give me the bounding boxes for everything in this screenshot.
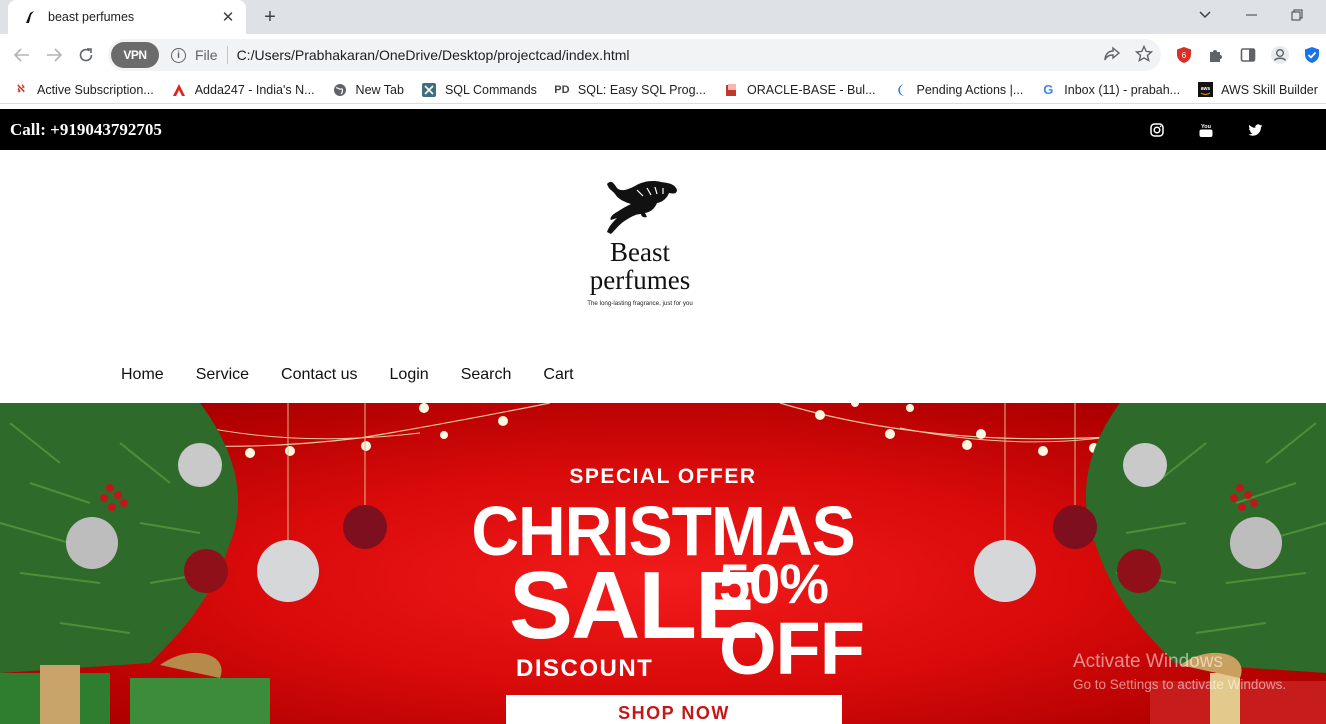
bookmark-item[interactable]: Adda247 - India's N... <box>171 82 315 98</box>
svg-text:You: You <box>1201 124 1211 130</box>
tab-favicon-icon <box>22 9 38 25</box>
share-icon[interactable] <box>1103 45 1121 68</box>
browser-tab[interactable]: beast perfumes ✕ <box>8 0 246 34</box>
security-shield-icon[interactable] <box>1302 45 1322 65</box>
address-separator <box>226 46 228 64</box>
main-nav: Home Service Contact us Login Search Car… <box>121 366 606 384</box>
discount-text: DISCOUNT <box>516 655 654 682</box>
back-icon[interactable] <box>10 43 34 67</box>
forward-icon[interactable] <box>42 43 66 67</box>
minimize-icon[interactable] <box>1228 0 1274 30</box>
active-subscription-favicon-icon: ℵ <box>17 84 25 95</box>
bookmark-label: SQL: Easy SQL Prog... <box>577 82 706 97</box>
adda247-favicon-icon <box>171 82 187 98</box>
svg-text:6: 6 <box>1182 51 1187 60</box>
extension-shield-icon[interactable]: 6 <box>1174 45 1194 65</box>
brand-logo[interactable]: Beast perfumes The long-lasting fragranc… <box>560 172 720 312</box>
contact-bar: Call: +919043792705 You <box>0 109 1326 150</box>
call-number[interactable]: Call: +919043792705 <box>10 120 162 140</box>
bookmark-label: Pending Actions |... <box>916 82 1024 97</box>
tab-close-icon[interactable]: ✕ <box>220 9 236 26</box>
bookmark-item[interactable]: G Inbox (11) - prabah... <box>1040 82 1180 98</box>
bookmark-item[interactable]: aws AWS Skill Builder <box>1197 82 1318 98</box>
profile-avatar-icon[interactable] <box>1270 45 1290 65</box>
address-bar[interactable]: VPN i File C:/Users/Prabhakaran/OneDrive… <box>108 39 1161 71</box>
bookmark-label: SQL Commands <box>444 82 537 97</box>
brand-tagline: The long-lasting fragrance, just for you <box>587 300 693 307</box>
shop-now-button[interactable]: SHOP NOW <box>506 703 842 724</box>
bookmark-item[interactable]: Pending Actions |... <box>893 82 1024 98</box>
nav-cart[interactable]: Cart <box>543 366 573 384</box>
url-text[interactable]: C:/Users/Prabhakaran/OneDrive/Desktop/pr… <box>237 47 630 63</box>
bookmark-label: ORACLE-BASE - Bul... <box>746 82 876 97</box>
activate-windows-subtitle: Go to Settings to activate Windows. <box>1073 677 1287 692</box>
bookmarks-bar: ℵ Active Subscription... Adda247 - India… <box>0 76 1326 104</box>
oracle-base-favicon-icon <box>723 82 739 98</box>
percent-text: 50% <box>719 552 829 615</box>
bookmark-label: Adda247 - India's N... <box>194 82 315 97</box>
bookmark-label: Inbox (11) - prabah... <box>1064 82 1181 97</box>
brand-name-line1: Beast <box>610 237 670 267</box>
bookmark-item[interactable]: New Tab <box>332 82 404 98</box>
nav-login[interactable]: Login <box>390 366 429 384</box>
jaguar-logo-icon <box>607 181 677 234</box>
bookmark-item[interactable]: ORACLE-BASE - Bul... <box>723 82 876 98</box>
special-offer-text: SPECIAL OFFER <box>569 465 757 488</box>
nav-home[interactable]: Home <box>121 366 164 384</box>
twitter-icon[interactable] <box>1246 121 1264 139</box>
sql-commands-favicon-icon <box>421 82 437 98</box>
bookmark-label: New Tab <box>355 82 404 97</box>
bookmark-item[interactable]: PD SQL: Easy SQL Prog... <box>554 82 706 98</box>
instagram-icon[interactable] <box>1148 121 1166 139</box>
extensions-puzzle-icon[interactable] <box>1206 45 1226 65</box>
off-text: OFF <box>719 607 865 690</box>
tab-title: beast perfumes <box>48 10 135 24</box>
google-favicon-icon: G <box>1043 82 1054 97</box>
bookmark-label: Active Subscription... <box>37 82 154 97</box>
youtube-icon[interactable]: You <box>1197 121 1215 139</box>
site-info-icon[interactable]: i <box>171 47 186 63</box>
new-tab-icon[interactable]: + <box>258 6 282 28</box>
aws-favicon-icon: aws <box>1197 82 1213 98</box>
side-panel-icon[interactable] <box>1238 45 1258 65</box>
svg-text:aws: aws <box>1200 86 1210 92</box>
christmas-sale-banner[interactable]: SPECIAL OFFER CHRISTMAS SALE 50% OFF DIS… <box>0 403 1326 724</box>
nav-contact-us[interactable]: Contact us <box>281 366 357 384</box>
reload-icon[interactable] <box>74 43 98 67</box>
pending-actions-favicon-icon <box>893 82 909 98</box>
activate-windows-title: Activate Windows <box>1073 651 1223 672</box>
nav-service[interactable]: Service <box>196 366 249 384</box>
bookmark-item[interactable]: ℵ Active Subscription... <box>13 82 154 98</box>
bookmark-star-icon[interactable] <box>1134 44 1154 68</box>
bookmark-label: AWS Skill Builder <box>1221 82 1318 97</box>
restore-icon[interactable] <box>1274 0 1320 30</box>
bookmark-item[interactable]: SQL Commands <box>421 82 537 98</box>
nav-search[interactable]: Search <box>461 366 512 384</box>
vpn-badge[interactable]: VPN <box>111 42 159 68</box>
tab-search-chevron-icon[interactable] <box>1182 0 1228 30</box>
browser-tab-strip: beast perfumes ✕ + <box>0 0 1326 34</box>
address-scheme-label: File <box>195 47 218 63</box>
brand-name-line2: perfumes <box>589 265 691 295</box>
globe-icon <box>332 82 348 98</box>
browser-toolbar: VPN i File C:/Users/Prabhakaran/OneDrive… <box>0 34 1326 76</box>
pd-favicon-icon: PD <box>554 83 570 96</box>
